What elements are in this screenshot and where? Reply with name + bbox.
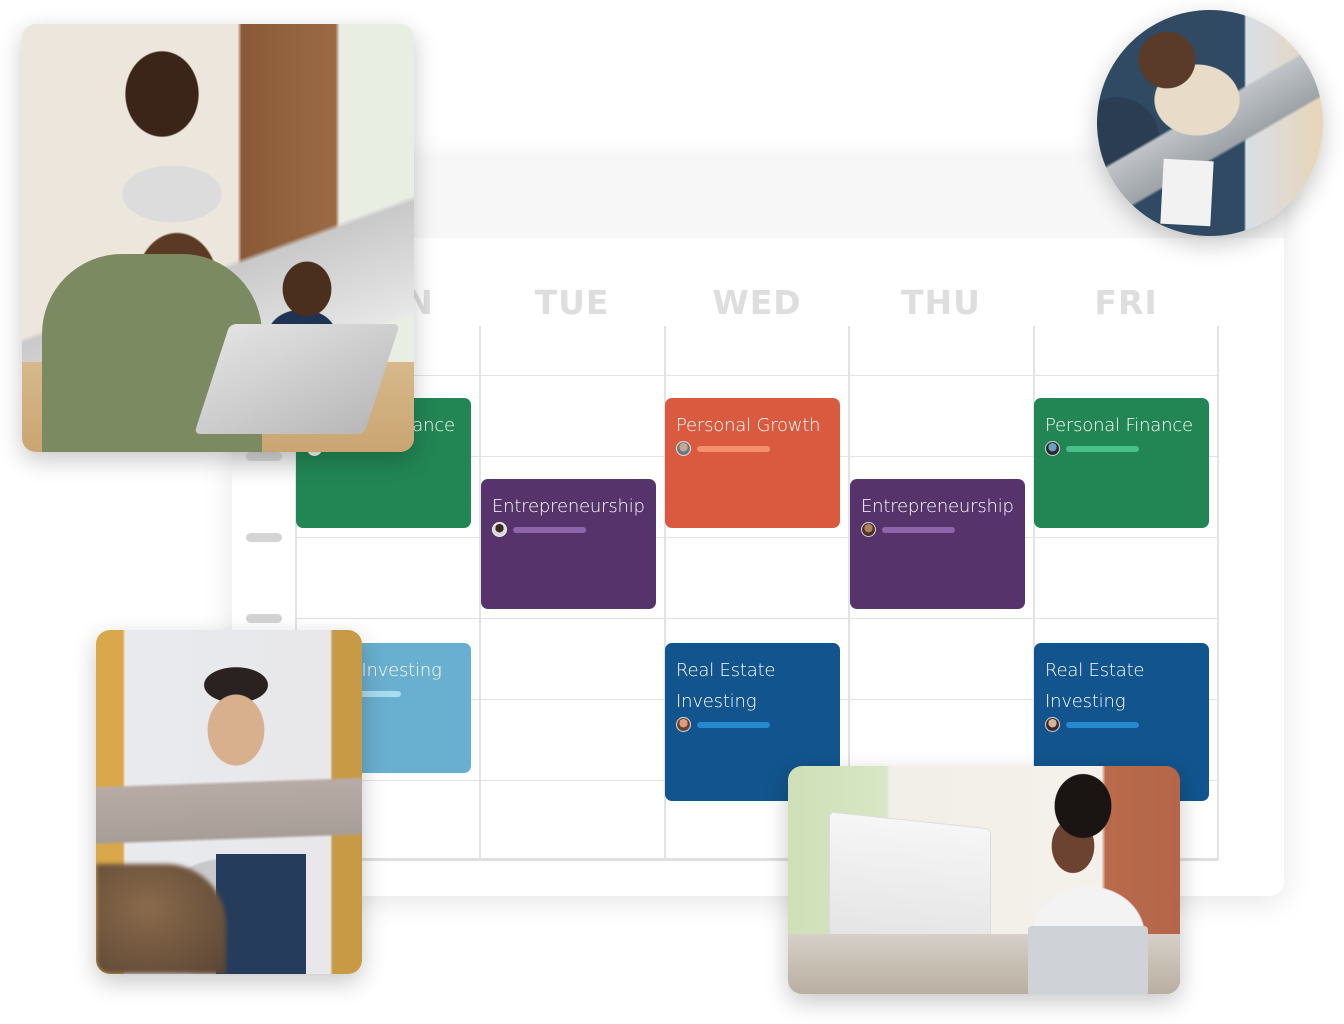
event-title-line: Real Estate [676,660,776,681]
man-on-couch-photo [96,630,362,974]
attendee-avatar [1045,441,1060,456]
time-slot-label [246,614,282,623]
event-meta-bar [1066,445,1139,452]
photo-notes [1160,158,1214,227]
event-title-line: Investing [1045,691,1126,712]
photo-laptop [1028,926,1148,994]
attendee-avatar [1045,717,1060,732]
grid-row-divider [296,375,1218,376]
event-card-personal-growth[interactable]: Personal Growth [665,398,840,528]
woman-overhead-photo [1097,10,1323,236]
event-title: Personal Growth [676,415,821,436]
photo-laptop [194,324,400,434]
day-label-wed: WED [712,283,802,322]
father-with-kids-photo [22,24,414,452]
event-meta-bar [882,526,955,533]
event-meta-bar [697,445,770,452]
attendee-avatar [676,441,691,456]
day-label-thu: THU [901,283,981,322]
grid-row-divider [296,537,1218,538]
day-label-fri: FRI [1094,283,1158,322]
time-slot-label [246,452,282,461]
attendee-avatar [492,522,507,537]
event-meta-bar [1066,721,1139,728]
event-meta-bar [697,721,770,728]
photo-figure [216,854,306,974]
photo-foreground [96,864,226,974]
grid-row-divider [296,618,1218,619]
event-card-entrepreneurship[interactable]: Entrepreneurship [850,479,1025,609]
time-slot-label [246,533,282,542]
event-title: Entrepreneurship [492,496,645,517]
event-title-line: Investing [676,691,757,712]
event-card-entrepreneurship[interactable]: Entrepreneurship [481,479,656,609]
event-title-line: Real Estate [1045,660,1145,681]
attendee-avatar [676,717,691,732]
event-title: Entrepreneurship [861,496,1014,517]
event-meta-bar [513,526,586,533]
event-title: Personal Finance [1045,415,1193,436]
event-card-personal-finance[interactable]: Personal Finance [1034,398,1209,528]
day-label-tue: TUE [534,283,610,322]
attendee-avatar [861,522,876,537]
woman-at-desk-photo [788,766,1180,994]
time-sidebar [232,452,296,630]
